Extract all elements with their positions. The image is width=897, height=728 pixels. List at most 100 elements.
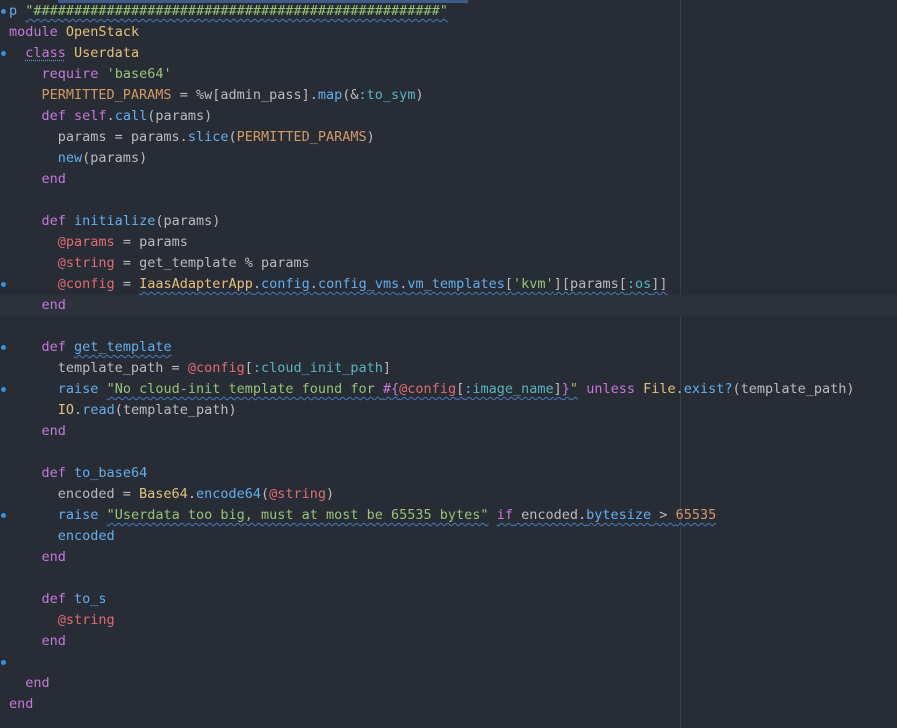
code-token: params = params. xyxy=(9,129,188,145)
code-line[interactable]: end xyxy=(0,295,897,316)
code-token: File xyxy=(643,381,676,397)
code-line[interactable]: raise "Userdata too big, must at most be… xyxy=(0,505,897,526)
code-token: to_s xyxy=(74,591,107,607)
gutter-marker-icon xyxy=(1,282,6,287)
code-token: p xyxy=(9,3,18,19)
code-token: slice xyxy=(187,129,229,145)
code-token: if xyxy=(496,507,513,523)
code-token: = xyxy=(114,276,140,292)
code-editor[interactable]: p "#####################################… xyxy=(0,0,897,728)
code-token: (params) xyxy=(155,213,221,229)
code-token: @string xyxy=(57,612,115,628)
code-line[interactable]: def to_s xyxy=(0,589,897,610)
code-line[interactable]: encoded = Base64.encode64(@string) xyxy=(0,484,897,505)
code-token: @config xyxy=(57,276,115,292)
code-token: PERMITTED_PARAMS xyxy=(41,87,172,103)
code-token: " xyxy=(569,381,579,397)
code-token: "Userdata too big, must at most be 65535… xyxy=(106,507,489,523)
code-token: encoded = xyxy=(9,486,140,502)
code-line[interactable]: IO.read(template_path) xyxy=(0,400,897,421)
code-line[interactable]: @config = IaasAdapterApp.config.config_v… xyxy=(0,274,897,295)
code-line[interactable]: end xyxy=(0,547,897,568)
code-line[interactable]: new(params) xyxy=(0,148,897,169)
code-token: > xyxy=(651,507,676,523)
code-token: OpenStack xyxy=(65,24,140,40)
code-line[interactable]: def self.call(params) xyxy=(0,106,897,127)
code-token: (params) xyxy=(82,150,148,166)
code-token: module xyxy=(9,24,58,40)
code-token: (template_path) xyxy=(732,381,855,397)
code-token: unless xyxy=(586,381,635,397)
code-line[interactable] xyxy=(0,316,897,337)
code-line[interactable]: p "#####################################… xyxy=(0,1,897,22)
code-token: 'base64' xyxy=(106,66,172,82)
code-token: class xyxy=(25,45,66,61)
code-line[interactable]: module OpenStack xyxy=(0,22,897,43)
code-line[interactable] xyxy=(0,568,897,589)
code-line[interactable]: @params = params xyxy=(0,232,897,253)
code-line[interactable]: template_path = @config[:cloud_init_path… xyxy=(0,358,897,379)
gutter-marker-icon xyxy=(1,387,6,392)
code-token: encoded xyxy=(57,528,115,544)
code-line[interactable] xyxy=(0,190,897,211)
code-line[interactable] xyxy=(0,442,897,463)
code-line[interactable]: def initialize(params) xyxy=(0,211,897,232)
code-token: initialize xyxy=(74,213,156,229)
code-token: PERMITTED_PARAMS xyxy=(236,129,367,145)
code-line[interactable]: def to_base64 xyxy=(0,463,897,484)
code-line[interactable] xyxy=(0,652,897,673)
code-token: ][params[ xyxy=(553,276,627,292)
code-token: :to_sym xyxy=(358,87,416,103)
code-token: ( xyxy=(228,129,237,145)
code-line[interactable]: PERMITTED_PARAMS = %w[admin_pass].map(&:… xyxy=(0,85,897,106)
code-token: = get_template % params xyxy=(114,255,310,271)
code-line[interactable]: require 'base64' xyxy=(0,64,897,85)
code-token: end xyxy=(41,171,66,187)
code-line[interactable]: @string xyxy=(0,610,897,631)
code-line[interactable]: end xyxy=(0,673,897,694)
code-token: :image_name xyxy=(464,381,554,397)
code-token: } xyxy=(561,381,570,397)
code-line[interactable]: @string = get_template % params xyxy=(0,253,897,274)
code-token: def xyxy=(41,591,66,607)
code-token: 65535 xyxy=(675,507,717,523)
code-token: end xyxy=(25,675,50,691)
code-token: template_path = xyxy=(9,360,188,376)
code-line[interactable]: end xyxy=(0,421,897,442)
code-line[interactable]: class Userdata xyxy=(0,43,897,64)
code-token: def xyxy=(41,339,66,355)
code-token: encode64 xyxy=(195,486,261,502)
code-line[interactable]: params = params.slice(PERMITTED_PARAMS) xyxy=(0,127,897,148)
code-line[interactable]: end xyxy=(0,631,897,652)
code-token: . xyxy=(675,381,684,397)
code-token: [ xyxy=(504,276,514,292)
code-line[interactable]: raise "No cloud-init template found for … xyxy=(0,379,897,400)
code-token: Base64 xyxy=(139,486,188,502)
code-token: ]] xyxy=(651,276,668,292)
gutter-marker-icon xyxy=(1,513,6,518)
code-token: vm_templates xyxy=(407,276,505,292)
code-line[interactable]: end xyxy=(0,694,897,715)
code-line[interactable]: encoded xyxy=(0,526,897,547)
code-token: . xyxy=(309,276,318,292)
code-line[interactable]: def get_template xyxy=(0,337,897,358)
code-token: . xyxy=(106,108,115,124)
code-line[interactable]: end xyxy=(0,169,897,190)
gutter-marker-icon xyxy=(1,9,6,14)
